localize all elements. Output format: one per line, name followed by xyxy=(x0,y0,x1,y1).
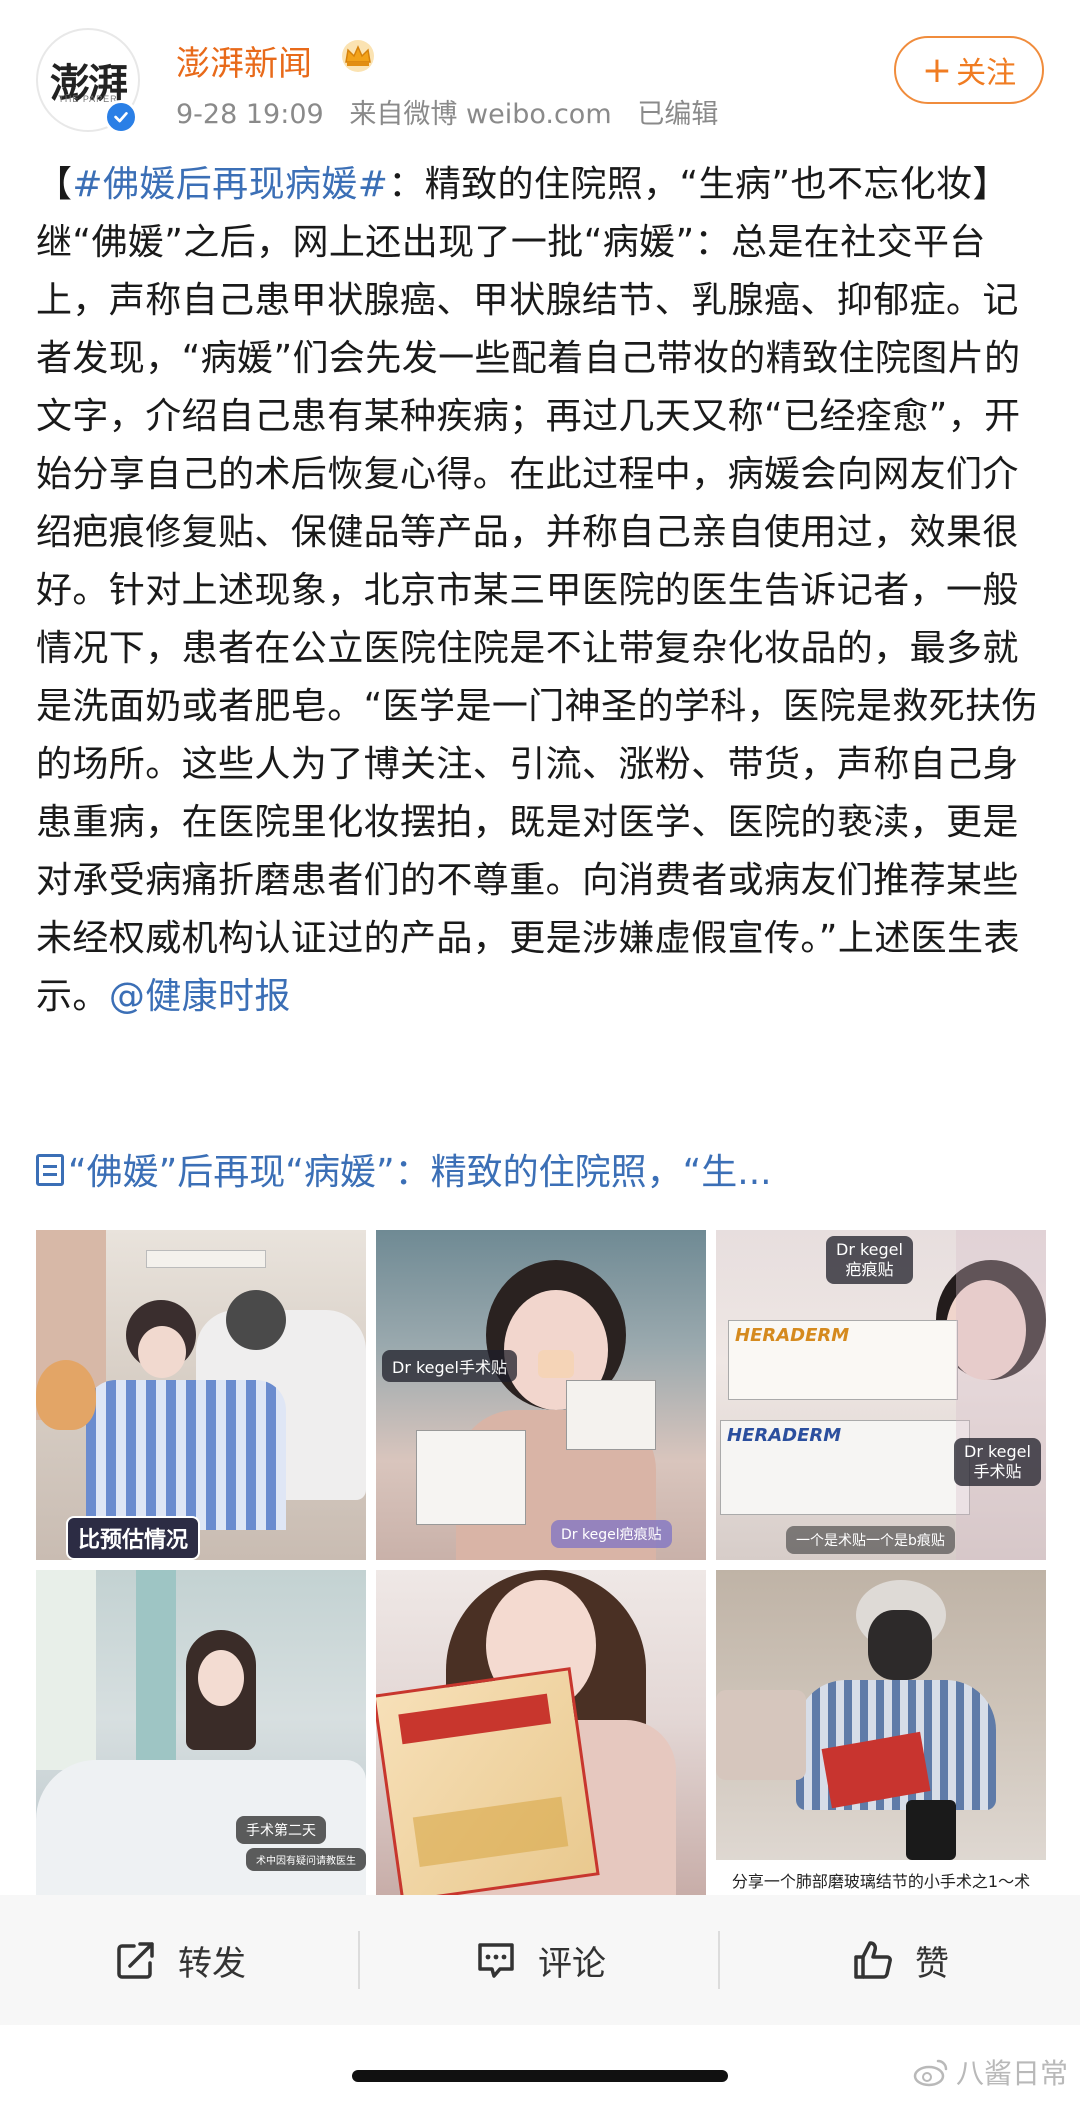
phone-shape xyxy=(906,1800,956,1860)
image-3-label-a: Dr kegel 疤痕贴 xyxy=(826,1236,913,1284)
comment-button[interactable]: 评论 xyxy=(360,1895,720,2025)
image-1-label: 比预估情况 xyxy=(66,1516,201,1560)
watermark: 八酱日常 xyxy=(912,2052,1068,2092)
post-image-6[interactable]: 分享一个肺部磨玻璃结节的小手术之1～术 xyxy=(716,1570,1046,1900)
face-shape xyxy=(198,1650,244,1706)
background-shape xyxy=(956,1230,1046,1560)
image-grid: 比预估情况 Dr kegel手术贴 Dr kegel疤痕贴 HERADERM H… xyxy=(36,1230,1046,1900)
nose-patch-shape xyxy=(538,1350,574,1378)
image-3-label-b: Dr kegel 手术贴 xyxy=(954,1438,1041,1486)
verified-badge-icon xyxy=(104,100,138,134)
product-box-shape xyxy=(566,1380,656,1450)
share-icon xyxy=(117,1942,154,1979)
brand-label: HERADERM xyxy=(735,1325,850,1346)
dog-shape xyxy=(36,1360,96,1430)
like-label: 赞 xyxy=(915,1943,949,1984)
post-source: 来自微博 weibo.com xyxy=(349,99,612,130)
product-box-shape: HERADERM xyxy=(720,1420,970,1515)
post-image-4[interactable]: 手术第二天 术中因有疑问请教医生 xyxy=(36,1570,366,1900)
article-icon xyxy=(36,1154,64,1186)
follow-label: 关注 xyxy=(956,56,1017,91)
like-button[interactable]: 赞 xyxy=(720,1895,1080,2025)
brand-label: HERADERM xyxy=(727,1425,842,1446)
image-2-label-b: Dr kegel疤痕贴 xyxy=(551,1520,672,1548)
face-shape xyxy=(138,1326,186,1378)
hashtag-link[interactable]: #佛媛后再现病媛# xyxy=(72,164,388,205)
watermark-text: 八酱日常 xyxy=(955,2057,1068,2090)
product-box-shape xyxy=(376,1667,600,1900)
post-image-5[interactable] xyxy=(376,1570,706,1900)
post-image-1[interactable]: 比预估情况 xyxy=(36,1230,366,1560)
pajama-shape xyxy=(86,1380,286,1530)
account-name[interactable]: 澎湃新闻 xyxy=(176,36,312,85)
curtain-shape xyxy=(136,1570,176,1770)
label-band-shape xyxy=(398,1693,552,1745)
mention-link[interactable]: @健康时报 xyxy=(109,976,291,1017)
home-indicator[interactable] xyxy=(352,2070,728,2082)
image-4-label-a: 手术第二天 xyxy=(236,1816,326,1844)
post-body-text: 【#佛媛后再现病媛#：精致的住院照，“生病”也不忘化妆】继“佛媛”之后，网上还出… xyxy=(36,156,1046,1026)
bed-rail-shape xyxy=(716,1690,806,1780)
product-box-shape xyxy=(416,1430,526,1525)
follow-button[interactable]: + 关注 xyxy=(894,36,1044,104)
comment-label: 评论 xyxy=(538,1943,606,1984)
product-box-shape: HERADERM xyxy=(728,1320,958,1400)
post-header: 澎湃 THE PAPER 澎湃新闻 9-28 19:09 来自微博 weibo.… xyxy=(0,0,1080,150)
repost-button[interactable]: 转发 xyxy=(0,1895,360,2025)
husky-shape xyxy=(226,1290,286,1350)
wall-panel-shape xyxy=(146,1250,266,1268)
article-link-text: “佛媛”后再现“病媛”：精致的住院照，“生... xyxy=(68,1152,772,1193)
post-image-2[interactable]: Dr kegel手术贴 Dr kegel疤痕贴 xyxy=(376,1230,706,1560)
post-edited-label: 已编辑 xyxy=(637,99,719,130)
post-text-main: ：精致的住院照，“生病”也不忘化妆】继“佛媛”之后，网上还出现了一批“病媛”：总… xyxy=(36,164,1038,1017)
window-shape xyxy=(36,1570,96,1770)
comment-icon xyxy=(478,1943,514,1978)
weibo-logo-icon xyxy=(913,2059,948,2087)
action-bar: 转发 评论 赞 xyxy=(0,1895,1080,2025)
post-meta: 9-28 19:09 来自微博 weibo.com 已编辑 xyxy=(176,92,718,131)
thumbs-up-icon xyxy=(854,1941,892,1979)
image-2-label-a: Dr kegel手术贴 xyxy=(382,1350,517,1382)
image-6-caption: 分享一个肺部磨玻璃结节的小手术之1～术 xyxy=(716,1860,1046,1900)
repost-label: 转发 xyxy=(178,1943,246,1984)
image-3-label-c: 一个是术贴一个是b痕贴 xyxy=(786,1526,955,1554)
plus-icon: + xyxy=(921,49,953,91)
face-mask-shape xyxy=(868,1610,932,1680)
label-band-shape xyxy=(412,1796,569,1868)
post-image-3[interactable]: HERADERM HERADERM Dr kegel 疤痕贴 Dr kegel 手术… xyxy=(716,1230,1046,1560)
crown-icon xyxy=(342,40,374,72)
bracket-open: 【 xyxy=(36,164,73,205)
post-time: 9-28 19:09 xyxy=(176,99,324,130)
article-link[interactable]: “佛媛”后再现“病媛”：精致的住院照，“生... xyxy=(36,1144,1046,1202)
image-4-label-b: 术中因有疑问请教医生 xyxy=(246,1848,366,1871)
